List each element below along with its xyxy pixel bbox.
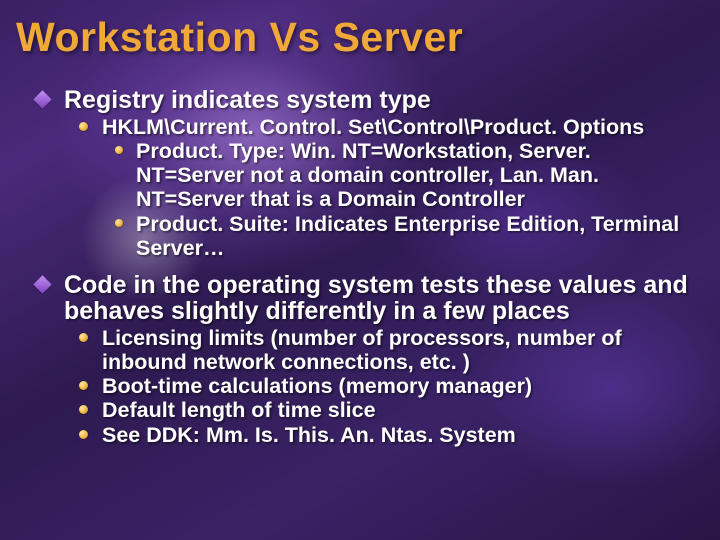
disc-icon [64, 398, 102, 422]
item-text: Licensing limits (number of processors, … [102, 326, 700, 374]
item-text: See DDK: Mm. Is. This. An. Ntas. System [102, 423, 700, 447]
list-item: Default length of time slice [64, 398, 700, 422]
diamond-icon [20, 87, 64, 260]
disc-icon [64, 374, 102, 398]
item-text: Default length of time slice [102, 398, 700, 422]
item-text: Product. Type: Win. NT=Workstation, Serv… [136, 139, 700, 211]
item-text: Boot-time calculations (memory manager) [102, 374, 700, 398]
disc-icon [64, 326, 102, 374]
list-item: Boot-time calculations (memory manager) [64, 374, 700, 398]
list-item: Registry indicates system type HKLM\Curr… [20, 87, 700, 260]
slide-title: Workstation Vs Server [16, 14, 700, 61]
disc-icon [64, 423, 102, 447]
disc-icon [102, 212, 136, 260]
list-item: Licensing limits (number of processors, … [64, 326, 700, 374]
disc-icon [102, 139, 136, 211]
list-item: See DDK: Mm. Is. This. An. Ntas. System [64, 423, 700, 447]
list-item: Product. Suite: Indicates Enterprise Edi… [102, 212, 700, 260]
bullet-list: Registry indicates system type HKLM\Curr… [20, 87, 700, 447]
diamond-icon [20, 272, 64, 447]
list-item: Code in the operating system tests these… [20, 272, 700, 447]
item-text: Product. Suite: Indicates Enterprise Edi… [136, 212, 700, 260]
list-item: HKLM\Current. Control. Set\Control\Produ… [64, 115, 700, 259]
item-text: Code in the operating system tests these… [64, 272, 700, 325]
list-item: Product. Type: Win. NT=Workstation, Serv… [102, 139, 700, 211]
disc-icon [64, 115, 102, 259]
item-text: HKLM\Current. Control. Set\Control\Produ… [102, 115, 700, 139]
item-text: Registry indicates system type [64, 87, 700, 113]
